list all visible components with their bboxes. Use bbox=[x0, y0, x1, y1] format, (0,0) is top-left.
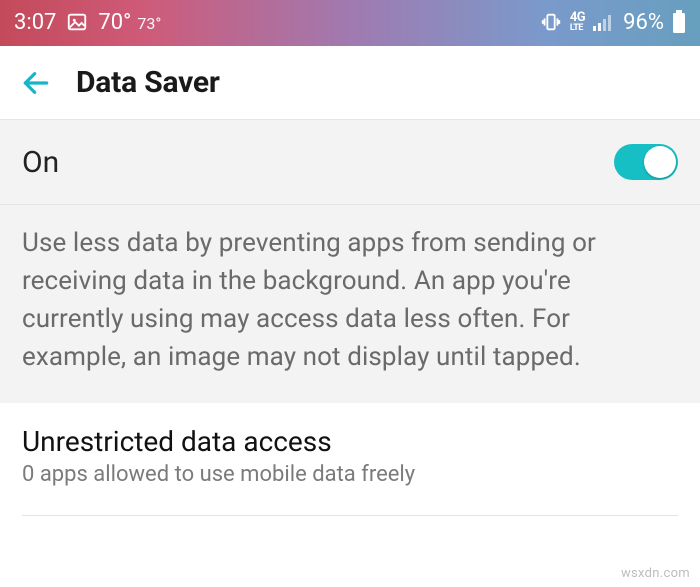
watermark: wsxdn.com bbox=[621, 566, 690, 581]
divider bbox=[22, 515, 678, 516]
status-time: 3:07 bbox=[14, 10, 56, 35]
unrestricted-subtitle: 0 apps allowed to use mobile data freely bbox=[22, 462, 678, 487]
battery-icon bbox=[672, 10, 686, 34]
temp-low: 73° bbox=[137, 14, 161, 33]
battery-percentage: 96% bbox=[623, 10, 664, 35]
unrestricted-data-access-item[interactable]: Unrestricted data access 0 apps allowed … bbox=[0, 403, 700, 503]
signal-icon bbox=[593, 13, 615, 31]
status-bar: 3:07 70° 73° 4GLTE bbox=[0, 0, 700, 46]
network-4g-icon: 4GLTE bbox=[570, 12, 585, 32]
image-icon bbox=[66, 11, 88, 33]
vibrate-icon bbox=[540, 11, 562, 33]
status-temperature: 70° 73° bbox=[98, 10, 161, 35]
status-right: 4GLTE 96% bbox=[540, 10, 686, 35]
temp-high: 70° bbox=[98, 10, 131, 35]
data-saver-switch[interactable] bbox=[614, 144, 678, 180]
app-bar: Data Saver bbox=[0, 46, 700, 120]
toggle-state-label: On bbox=[22, 145, 59, 180]
page-title: Data Saver bbox=[76, 65, 220, 100]
back-button[interactable] bbox=[16, 63, 56, 103]
switch-knob bbox=[644, 146, 676, 178]
data-saver-description: Use less data by preventing apps from se… bbox=[0, 205, 700, 403]
data-saver-toggle-row[interactable]: On bbox=[0, 120, 700, 205]
status-left: 3:07 70° 73° bbox=[14, 10, 161, 35]
arrow-left-icon bbox=[20, 67, 52, 99]
unrestricted-title: Unrestricted data access bbox=[22, 425, 678, 458]
